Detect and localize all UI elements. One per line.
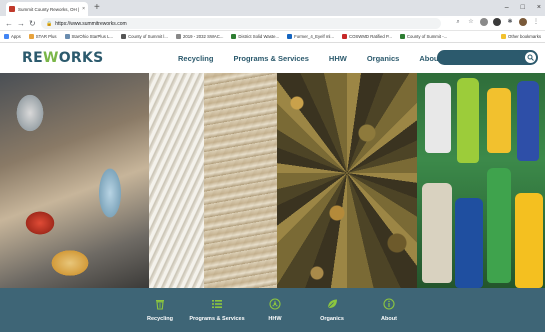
- bookmark-favicon-icon: [64, 34, 70, 39]
- bookmark-item[interactable]: 2019 - 2032 SWAC...: [175, 34, 224, 39]
- search-icon: [527, 54, 534, 61]
- forward-icon[interactable]: →: [17, 17, 25, 30]
- hero-banner: [0, 73, 545, 288]
- bookmark-label: 2019 - 2032 SWAC...: [182, 34, 224, 39]
- list-icon: [212, 300, 222, 308]
- back-icon[interactable]: ←: [5, 17, 13, 30]
- bookmark-favicon-icon: [399, 34, 405, 39]
- logo-part-orks: ORKS: [58, 50, 104, 66]
- nav-recycling[interactable]: Recycling: [178, 54, 213, 63]
- bookmark-favicon-icon: [231, 34, 237, 39]
- bookmark-item[interactable]: District Solid Waste...: [231, 34, 279, 39]
- recycle-bin-icon: [156, 300, 164, 310]
- footer-nav-about[interactable]: About: [344, 298, 434, 322]
- bookmark-favicon-icon: [28, 34, 34, 39]
- bookmark-item[interactable]: COSWMD Ratified P...: [341, 34, 392, 39]
- search-button[interactable]: [525, 52, 536, 63]
- info-icon: [383, 298, 395, 310]
- search-input[interactable]: [443, 52, 519, 63]
- tab-title: Summit County Reworks, OH | S...: [18, 6, 80, 12]
- bookmark-favicon-icon: [121, 34, 127, 39]
- star-icon[interactable]: ☆: [467, 18, 475, 26]
- window-controls: – □ ×: [505, 1, 541, 14]
- nav-organics[interactable]: Organics: [367, 54, 400, 63]
- bookmark-item[interactable]: STAR Plus: [28, 34, 57, 39]
- bookmark-label: Former_4_Eyelf ml...: [294, 34, 334, 39]
- bookmark-item[interactable]: County of Summit l...: [121, 34, 168, 39]
- footer-quick-nav: Recycling Programs & Services HHW Organi…: [0, 288, 545, 332]
- profile-avatar[interactable]: [519, 18, 527, 26]
- bookmark-favicon-icon: [175, 34, 181, 39]
- hero-chemicals-image: [417, 73, 545, 288]
- address-bar[interactable]: 🔒 https://www.summitreworks.com: [41, 18, 441, 29]
- browser-toolbar: ← → ↻ 🔒 https://www.summitreworks.com ⌕ …: [0, 16, 545, 31]
- bookmark-item[interactable]: Former_4_Eyelf ml...: [287, 34, 334, 39]
- hero-leaves-image: [277, 73, 417, 288]
- bookmark-label: County of Summit -...: [406, 34, 448, 39]
- toolbar-icons: ⌕ ☆ ✱ ⋮: [454, 18, 540, 26]
- bookmark-item[interactable]: County of Summit -...: [399, 34, 448, 39]
- browser-tab[interactable]: Summit County Reworks, OH | S... ×: [6, 2, 88, 16]
- bookmark-favicon-icon: [287, 34, 293, 39]
- bookmark-label: STAR Plus: [35, 34, 57, 39]
- site-header: REWORKS Recycling Programs & Services HH…: [0, 43, 545, 73]
- lock-icon: 🔒: [46, 20, 53, 27]
- nav-hhw[interactable]: HHW: [329, 54, 347, 63]
- minimize-button[interactable]: –: [505, 1, 509, 14]
- footer-nav-label: About: [381, 316, 397, 322]
- bookmark-label: Apps: [11, 34, 21, 39]
- logo-part-re: RE: [22, 50, 43, 66]
- bookmark-label: StarOhio StarPlus L...: [71, 34, 114, 39]
- site-favicon-icon: [9, 6, 15, 12]
- maximize-button[interactable]: □: [521, 1, 525, 14]
- new-tab-button[interactable]: +: [94, 1, 100, 15]
- reworks-logo[interactable]: REWORKS: [22, 50, 104, 66]
- nav-programs-services[interactable]: Programs & Services: [233, 54, 308, 63]
- extension-icon-2[interactable]: [493, 18, 501, 26]
- tab-close-icon[interactable]: ×: [82, 6, 85, 12]
- bookmark-label: COSWMD Ratified P...: [348, 34, 392, 39]
- main-nav: Recycling Programs & Services HHW Organi…: [178, 54, 441, 63]
- close-window-button[interactable]: ×: [537, 1, 541, 14]
- hero-recyclables-image: [0, 73, 149, 288]
- browser-tabstrip: Summit County Reworks, OH | S... × + – □…: [0, 0, 545, 16]
- hazard-icon: [269, 298, 281, 310]
- leaf-icon: [327, 299, 337, 309]
- zoom-icon[interactable]: ⌕: [454, 18, 462, 26]
- bookmark-favicon-icon: [4, 34, 9, 39]
- extension-icon[interactable]: [480, 18, 488, 26]
- reload-icon[interactable]: ↻: [29, 17, 36, 30]
- bookmark-favicon-icon: [341, 34, 347, 39]
- folder-icon: [501, 34, 507, 39]
- bookmark-item[interactable]: Apps: [4, 34, 21, 39]
- url-text: https://www.summitreworks.com: [55, 20, 127, 27]
- bookmarks-bar: Apps STAR Plus StarOhio StarPlus L... Count…: [0, 31, 545, 43]
- other-bookmarks-label: Other bookmarks: [508, 34, 541, 39]
- site-search: [437, 50, 538, 65]
- bookmark-label: District Solid Waste...: [238, 34, 280, 39]
- other-bookmarks[interactable]: Other bookmarks: [501, 34, 541, 39]
- menu-icon[interactable]: ⋮: [532, 18, 540, 26]
- hero-paper-image: [149, 73, 277, 288]
- puzzle-icon[interactable]: ✱: [506, 18, 514, 26]
- bookmark-label: County of Summit l...: [128, 34, 168, 39]
- logo-part-w: W: [42, 50, 59, 66]
- bookmark-item[interactable]: StarOhio StarPlus L...: [64, 34, 114, 39]
